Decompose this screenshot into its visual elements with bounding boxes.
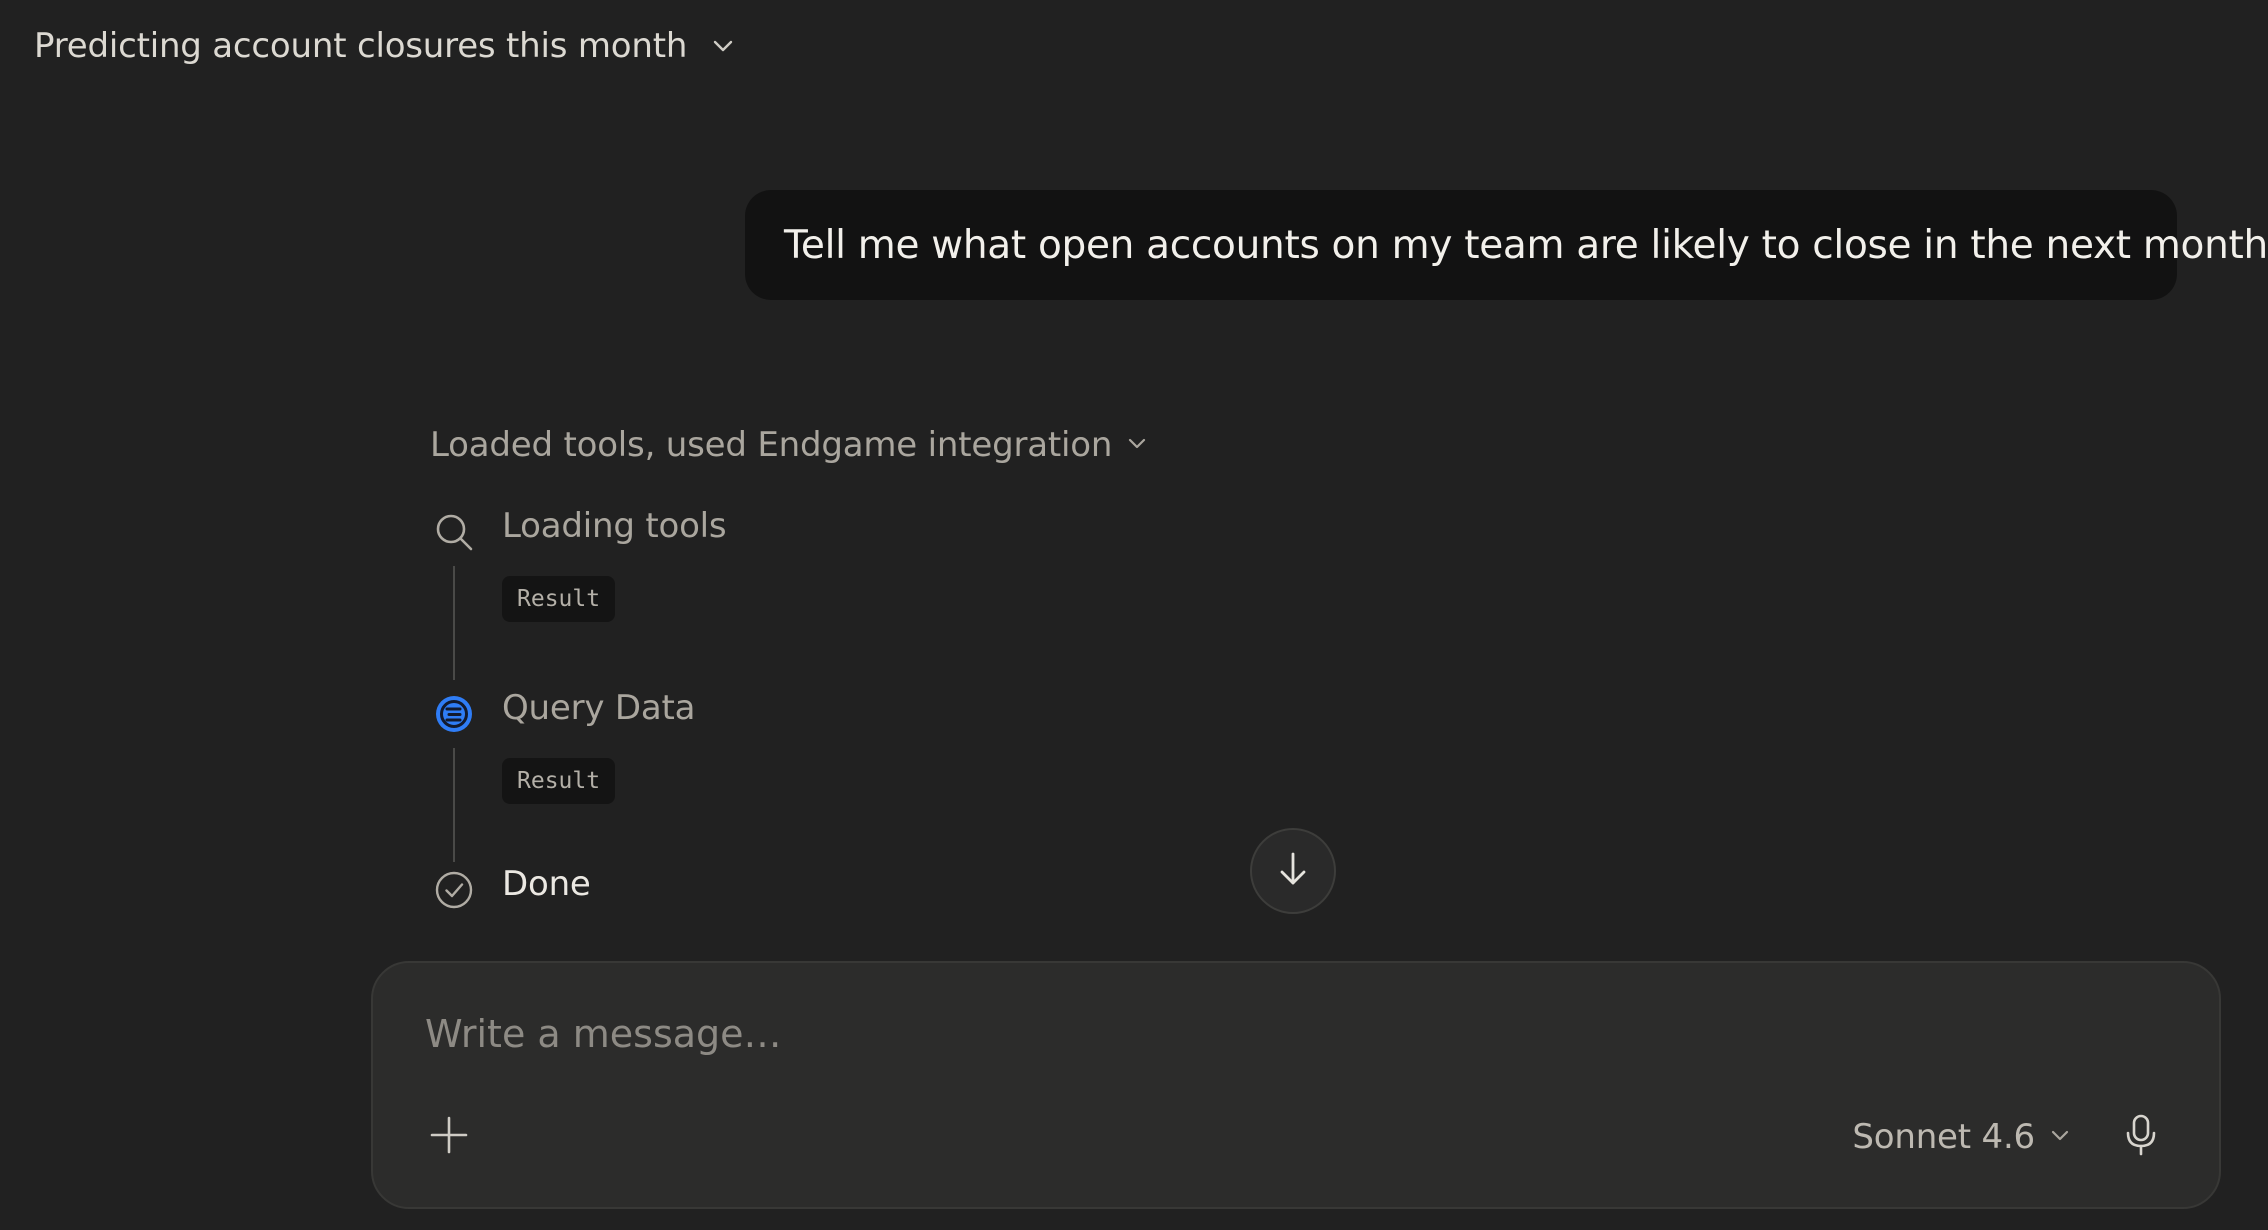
chat-title: Predicting account closures this month (34, 26, 688, 66)
endgame-logo-icon (432, 692, 476, 736)
search-icon (432, 510, 476, 554)
timeline-connector (453, 748, 455, 862)
timeline-connector (453, 566, 455, 680)
user-message-text: Tell me what open accounts on my team ar… (784, 222, 2268, 268)
message-input[interactable] (423, 1003, 2127, 1065)
step-label-loading-tools: Loading tools (502, 506, 727, 546)
result-chip[interactable]: Result (502, 576, 616, 622)
chat-title-dropdown[interactable]: Predicting account closures this month (34, 20, 737, 72)
message-composer: Sonnet 4.6 (371, 961, 2221, 1209)
result-chip[interactable]: Result (502, 758, 616, 804)
chevron-down-icon (2049, 1124, 2071, 1150)
voice-input-button[interactable] (2113, 1109, 2169, 1165)
model-name: Sonnet 4.6 (1852, 1117, 2035, 1157)
tool-summary-text: Loaded tools, used Endgame integration (430, 425, 1113, 465)
add-attachment-button[interactable] (421, 1109, 477, 1165)
scroll-to-bottom-button[interactable] (1250, 828, 1336, 914)
user-message-bubble: Tell me what open accounts on my team ar… (745, 190, 2268, 300)
check-circle-icon (432, 868, 476, 912)
chat-page: Predicting account closures this month T… (0, 0, 2268, 1230)
chevron-down-icon (709, 32, 737, 60)
chevron-down-icon (1126, 432, 1148, 458)
step-label-query-data: Query Data (502, 688, 696, 728)
arrow-down-icon (1275, 849, 1311, 893)
step-label-done: Done (502, 864, 591, 904)
microphone-icon (2123, 1113, 2159, 1161)
tool-summary-toggle[interactable]: Loaded tools, used Endgame integration (430, 420, 1148, 470)
plus-icon (429, 1115, 469, 1159)
model-selector[interactable]: Sonnet 4.6 (1852, 1111, 2071, 1163)
